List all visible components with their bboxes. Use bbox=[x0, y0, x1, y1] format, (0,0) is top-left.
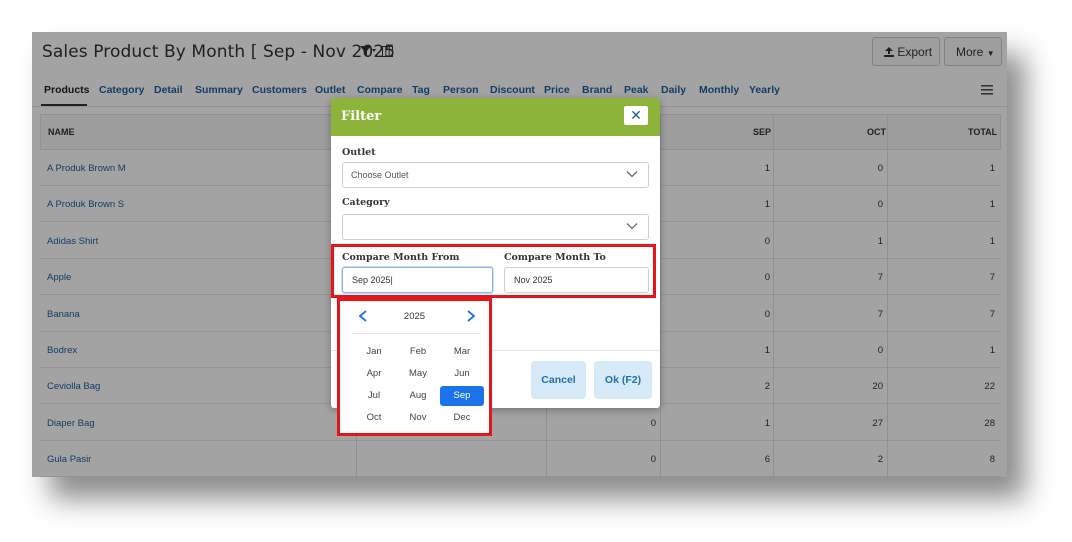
ok-button[interactable]: Ok (F2) bbox=[594, 361, 652, 399]
outlet-label: Outlet bbox=[342, 147, 376, 158]
month-mar[interactable]: Mar bbox=[440, 342, 484, 362]
month-nov[interactable]: Nov bbox=[396, 408, 440, 428]
highlight-box-compare-months bbox=[331, 244, 656, 298]
close-icon[interactable]: ✕ bbox=[624, 106, 648, 125]
app-window: Sales Product By Month [ Sep - Nov 2025 … bbox=[32, 32, 1007, 477]
modal-title: Filter bbox=[341, 109, 382, 124]
month-dec[interactable]: Dec bbox=[440, 408, 484, 428]
month-jan[interactable]: Jan bbox=[352, 342, 396, 362]
month-feb[interactable]: Feb bbox=[396, 342, 440, 362]
outlet-placeholder: Choose Outlet bbox=[351, 170, 409, 180]
chevron-right-icon[interactable] bbox=[466, 309, 476, 325]
picker-divider bbox=[352, 333, 480, 334]
chevron-down-icon bbox=[626, 171, 638, 178]
month-picker: 2025 Jan Feb Mar Apr May Jun Jul Aug Sep Oct Nov De… bbox=[337, 298, 492, 436]
month-may[interactable]: May bbox=[396, 364, 440, 384]
chevron-down-icon bbox=[626, 223, 638, 230]
month-jun[interactable]: Jun bbox=[440, 364, 484, 384]
month-apr[interactable]: Apr bbox=[352, 364, 396, 384]
month-jul[interactable]: Jul bbox=[352, 386, 396, 406]
month-oct[interactable]: Oct bbox=[352, 408, 396, 428]
category-select[interactable] bbox=[342, 214, 649, 240]
modal-header: Filter ✕ bbox=[331, 98, 660, 136]
cancel-button[interactable]: Cancel bbox=[531, 361, 586, 399]
outlet-select[interactable]: Choose Outlet bbox=[342, 162, 649, 188]
category-label: Category bbox=[342, 197, 390, 208]
month-aug[interactable]: Aug bbox=[396, 386, 440, 406]
month-sep[interactable]: Sep bbox=[440, 386, 484, 406]
